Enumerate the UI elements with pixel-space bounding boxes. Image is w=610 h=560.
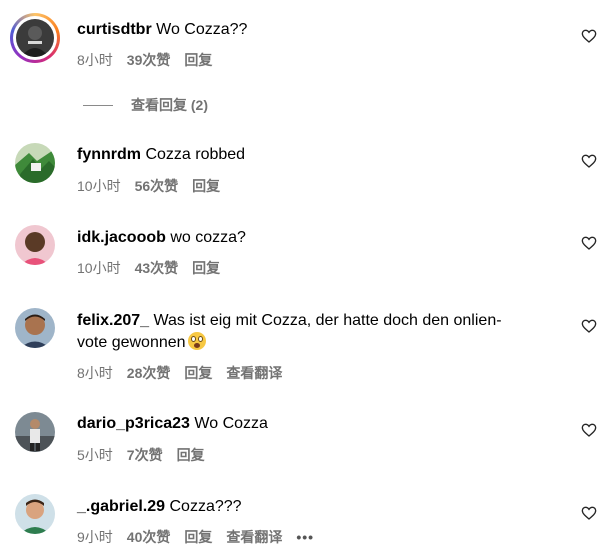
comment-username[interactable]: felix.207_ — [77, 312, 149, 329]
like-heart-icon[interactable] — [581, 422, 597, 438]
reply-button[interactable]: 回复 — [184, 528, 212, 546]
comment-likes[interactable]: 7次赞 — [127, 446, 163, 464]
reply-button[interactable]: 回复 — [184, 364, 212, 382]
comment-text-block: dario_p3rica23 Wo Cozza — [77, 413, 268, 435]
avatar-story-ring[interactable] — [10, 13, 60, 63]
more-options-icon[interactable]: ••• — [296, 528, 314, 546]
comment-text-block: fynnrdm Cozza robbed — [77, 144, 245, 166]
comment-text: Cozza??? — [169, 498, 242, 515]
view-replies-label[interactable]: 查看回复 (2) — [131, 95, 208, 115]
avatar[interactable] — [15, 225, 55, 265]
comment-time: 9小时 — [77, 529, 113, 545]
comment-text-block: curtisdtbr Wo Cozza?? — [77, 19, 247, 41]
comment-meta: 10小时 56次赞 回复 — [77, 177, 220, 195]
comment-username[interactable]: idk.jacooob — [77, 229, 166, 246]
comment-text: Wo Cozza?? — [156, 21, 248, 38]
see-translation-button[interactable]: 查看翻译 — [226, 364, 282, 382]
comment-likes[interactable]: 56次赞 — [135, 177, 179, 195]
comment-meta: 5小时 7次赞 回复 — [77, 446, 205, 464]
comment-text: wo cozza? — [170, 229, 246, 246]
comment-text-line1: Was ist eig mit Cozza, der hatte doch de… — [153, 312, 502, 329]
comment-username[interactable]: fynnrdm — [77, 146, 141, 163]
comment-time: 8小时 — [77, 365, 113, 381]
comment-time: 10小时 — [77, 260, 121, 276]
avatar — [16, 19, 54, 57]
comment-time: 10小时 — [77, 178, 121, 194]
see-translation-button[interactable]: 查看翻译 — [226, 528, 282, 546]
comment-meta: 8小时 39次赞 回复 — [77, 51, 212, 69]
comment-time: 8小时 — [77, 52, 113, 68]
comment-username[interactable]: _.gabriel.29 — [77, 498, 165, 515]
comment-likes[interactable]: 43次赞 — [135, 259, 179, 277]
comment-text: Wo Cozza — [194, 415, 268, 432]
reply-button[interactable]: 回复 — [177, 446, 205, 464]
avatar[interactable] — [15, 308, 55, 348]
like-heart-icon[interactable] — [581, 28, 597, 44]
replies-divider — [83, 104, 113, 106]
like-heart-icon[interactable] — [581, 235, 597, 251]
avatar[interactable] — [15, 412, 55, 452]
comment-likes[interactable]: 39次赞 — [127, 51, 171, 69]
like-heart-icon[interactable] — [581, 153, 597, 169]
comment-text: Cozza robbed — [145, 146, 246, 163]
comment-text-block: _.gabriel.29 Cozza??? — [77, 496, 242, 518]
like-heart-icon[interactable] — [581, 505, 597, 521]
comment-username[interactable]: dario_p3rica23 — [77, 415, 190, 432]
reply-button[interactable]: 回复 — [192, 259, 220, 277]
flushed-face-emoji-icon — [187, 332, 206, 350]
comment-likes[interactable]: 28次赞 — [127, 364, 171, 382]
comment-text-block: felix.207_ Was ist eig mit Cozza, der ha… — [77, 310, 502, 354]
comment-text-line2: vote gewonnen — [77, 334, 186, 351]
avatar[interactable] — [15, 494, 55, 534]
comment-likes[interactable]: 40次赞 — [127, 528, 171, 546]
reply-button[interactable]: 回复 — [184, 51, 212, 69]
comment-meta: 9小时 40次赞 回复 查看翻译 ••• — [77, 528, 314, 546]
comment-time: 5小时 — [77, 447, 113, 463]
comment-meta: 8小时 28次赞 回复 查看翻译 — [77, 364, 282, 382]
reply-button[interactable]: 回复 — [192, 177, 220, 195]
avatar[interactable] — [15, 143, 55, 183]
like-heart-icon[interactable] — [581, 318, 597, 334]
comment-username[interactable]: curtisdtbr — [77, 21, 152, 38]
comment-meta: 10小时 43次赞 回复 — [77, 259, 220, 277]
comment-text-block: idk.jacooob wo cozza? — [77, 227, 246, 249]
view-replies[interactable]: 查看回复 (2) — [83, 95, 208, 115]
